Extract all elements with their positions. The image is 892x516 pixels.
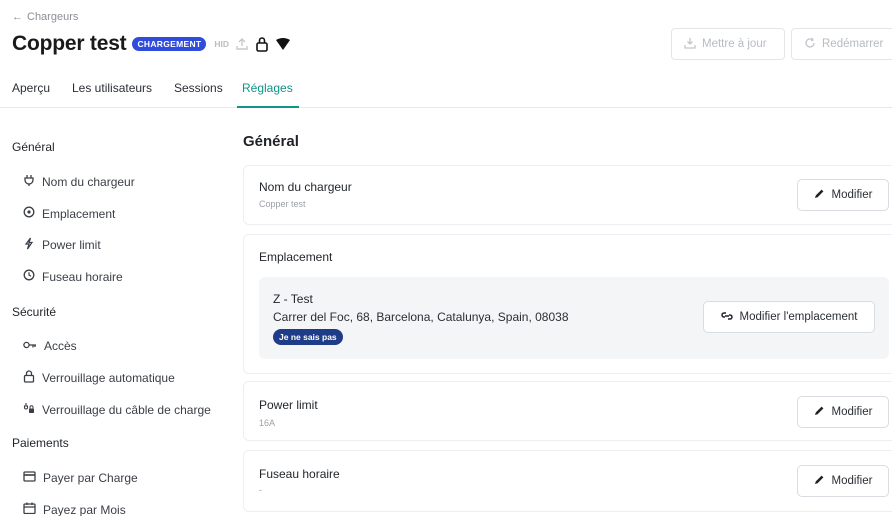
sidebar-item-pay-monthly[interactable]: Payez par Mois <box>23 502 126 516</box>
charger-name-label: Nom du chargeur <box>259 180 352 194</box>
location-address: Carrer del Foc, 68, Barcelona, Catalunya… <box>273 310 569 324</box>
pencil-icon <box>814 474 825 488</box>
sidebar-item-label: Verrouillage du câble de charge <box>42 402 211 417</box>
power-limit-label: Power limit <box>259 398 318 412</box>
location-details: Z - Test Carrer del Foc, 68, Barcelona, … <box>259 277 889 359</box>
timezone-card: Fuseau horaire - Modifier <box>243 450 892 512</box>
sidebar-item-cable-lock[interactable]: Verrouillage du câble de charge <box>23 402 211 417</box>
sidebar-item-label: Accès <box>44 339 77 353</box>
lock-icon <box>23 370 35 386</box>
pencil-icon <box>814 188 825 202</box>
lock-icon <box>255 36 269 52</box>
location-label: Emplacement <box>259 250 333 264</box>
edit-button-label: Modifier <box>831 475 873 487</box>
restart-button-label: Redémarrer <box>822 38 884 50</box>
page-title: Copper test <box>12 32 127 55</box>
update-button-label: Mettre à jour <box>702 38 767 50</box>
sidebar-item-label: Emplacement <box>42 206 116 221</box>
firmware-upload-icon <box>235 37 249 51</box>
timezone-label: Fuseau horaire <box>259 467 340 481</box>
sidebar-item-access[interactable]: Accès <box>23 339 77 353</box>
active-tab-indicator <box>237 106 299 108</box>
wifi-signal-icon <box>275 37 291 51</box>
location-card: Emplacement Z - Test Carrer del Foc, 68,… <box>243 234 892 374</box>
sidebar-section-security: Sécurité <box>12 305 57 319</box>
sidebar-item-label: Fuseau horaire <box>42 269 123 284</box>
location-target-icon <box>23 206 35 221</box>
power-limit-value: 16A <box>259 418 276 428</box>
tab-settings[interactable]: Réglages <box>242 81 293 95</box>
tab-sessions[interactable]: Sessions <box>174 81 223 95</box>
sidebar-item-label: Payez par Mois <box>43 502 126 516</box>
download-icon <box>684 37 696 52</box>
sidebar-section-general: Général <box>12 140 55 154</box>
title-row: Copper test CHARGEMENT HID <box>12 32 291 56</box>
location-name: Z - Test <box>273 292 313 306</box>
charger-name-card: Nom du chargeur Copper test Modifier <box>243 165 892 225</box>
key-icon <box>23 339 37 353</box>
card-icon <box>23 471 36 485</box>
section-title: Général <box>243 133 299 150</box>
arrow-left-icon: ← <box>12 11 23 23</box>
sidebar-item-location[interactable]: Emplacement <box>23 206 115 221</box>
cable-lock-icon <box>23 402 35 417</box>
restart-button[interactable]: Redémarrer <box>791 28 892 60</box>
calendar-icon <box>23 502 36 516</box>
edit-charger-name-button[interactable]: Modifier <box>797 179 889 211</box>
timezone-value: - <box>259 485 262 495</box>
sidebar-item-label: Verrouillage automatique <box>42 371 175 385</box>
edit-power-limit-button[interactable]: Modifier <box>797 396 889 428</box>
back-link[interactable]: ← Chargeurs <box>12 11 78 23</box>
edit-location-label: Modifier l'emplacement <box>739 311 858 323</box>
edit-timezone-button[interactable]: Modifier <box>797 465 889 497</box>
sidebar-item-charger-name[interactable]: Nom du chargeur <box>23 174 135 190</box>
pencil-icon <box>814 405 825 419</box>
update-button[interactable]: Mettre à jour <box>671 28 785 60</box>
back-link-label: Chargeurs <box>27 11 79 23</box>
sidebar-section-payments: Paiements <box>12 436 69 450</box>
sidebar-item-label: Nom du chargeur <box>42 175 135 189</box>
tab-users[interactable]: Les utilisateurs <box>72 81 152 95</box>
edit-location-button[interactable]: Modifier l'emplacement <box>703 301 875 333</box>
clock-icon <box>23 269 35 284</box>
power-limit-card: Power limit 16A Modifier <box>243 381 892 441</box>
sidebar-item-timezone[interactable]: Fuseau horaire <box>23 269 123 284</box>
sidebar-item-auto-lock[interactable]: Verrouillage automatique <box>23 370 175 386</box>
location-tag: Je ne sais pas <box>273 329 343 345</box>
sidebar-item-label: Payer par Charge <box>43 471 138 485</box>
sidebar-item-pay-per-charge[interactable]: Payer par Charge <box>23 471 138 485</box>
tab-bar: Aperçu Les utilisateurs Sessions Réglage… <box>0 72 892 108</box>
link-icon <box>720 310 733 325</box>
charger-name-value: Copper test <box>259 199 306 209</box>
tab-overview[interactable]: Aperçu <box>12 81 50 95</box>
sidebar-item-power-limit[interactable]: Power limit <box>23 237 101 253</box>
status-badge: CHARGEMENT <box>132 37 207 51</box>
bolt-icon <box>23 237 35 253</box>
edit-button-label: Modifier <box>831 189 873 201</box>
edit-button-label: Modifier <box>831 406 873 418</box>
plug-icon <box>23 174 35 190</box>
refresh-icon <box>804 37 816 52</box>
hid-badge: HID <box>214 39 230 49</box>
sidebar-item-label: Power limit <box>42 238 101 252</box>
